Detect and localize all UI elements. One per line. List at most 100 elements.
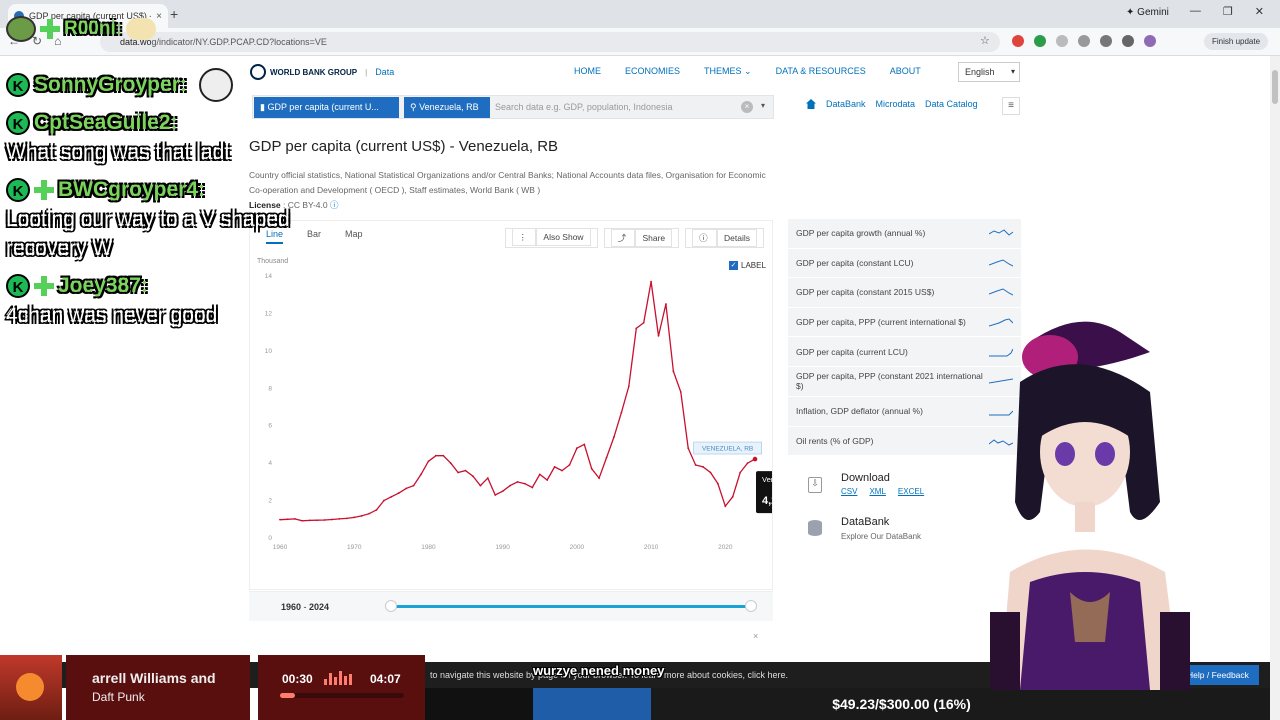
hamburger-menu-icon[interactable]: ≡	[1002, 97, 1020, 115]
close-icon[interactable]: ×	[753, 631, 758, 641]
nav-about[interactable]: ABOUT	[890, 66, 921, 77]
also-show-button[interactable]: ⋮ Also Show	[504, 228, 598, 248]
stream-chat: K SonnyGroyper: K CptSeaGuile2: What son…	[6, 68, 306, 338]
range-track[interactable]	[385, 600, 757, 612]
download-xml-link[interactable]: XML	[869, 487, 885, 496]
download-excel-link[interactable]: EXCEL	[898, 487, 924, 496]
avatar-left-sleeve	[990, 612, 1020, 690]
data-point	[613, 436, 615, 438]
avatar-right-sleeve	[1160, 612, 1190, 690]
bookmark-star-icon[interactable]: ☆	[980, 34, 990, 47]
chat-username: R00ni:	[64, 18, 123, 39]
nav-home[interactable]: HOME	[574, 66, 601, 77]
highlight-point	[752, 456, 758, 462]
language-select[interactable]: English	[958, 62, 1020, 82]
databank-section[interactable]: DataBank Explore Our DataBank	[788, 512, 1021, 546]
data-point	[642, 321, 645, 324]
chevron-down-icon[interactable]: ▾	[761, 101, 765, 110]
related-item[interactable]: GDP per capita (constant 2015 US$)	[788, 278, 1021, 308]
microdata-link[interactable]: Microdata	[876, 99, 916, 109]
data-point	[375, 509, 378, 511]
address-bar[interactable]: data.wo g/indicator/NY.GDP.PCAP.CD?locati…	[100, 32, 1000, 52]
data-point	[620, 411, 623, 414]
page-scrollbar[interactable]	[1270, 56, 1280, 720]
chart-card: Line Bar Map ⋮ Also Show ⤴ Share ⓘ Detai…	[249, 220, 773, 590]
song-title: arrell Williams and	[92, 670, 216, 686]
data-point	[442, 454, 445, 457]
data-point	[509, 484, 511, 487]
profile-avatar[interactable]	[1144, 35, 1156, 47]
data-point	[308, 519, 311, 522]
data-point	[301, 519, 304, 522]
data-point	[561, 469, 563, 472]
puzzle-icon[interactable]	[1078, 35, 1090, 47]
related-item-label: GDP per capita (constant LCU)	[796, 257, 914, 268]
details-label: Details	[717, 229, 757, 247]
data-point	[338, 518, 341, 520]
nav-themes[interactable]: THEMES ⌄	[704, 66, 752, 77]
download-csv-link[interactable]: CSV	[841, 487, 857, 496]
country-pill[interactable]: ⚲ Venezuela, RB	[404, 97, 490, 118]
download-section: ⇩ Download CSV XML EXCEL	[788, 467, 1021, 507]
url-path: g/indicator/NY.GDP.PCAP.CD?locations=VE	[151, 37, 327, 47]
tab-close-icon[interactable]: ×	[156, 11, 162, 22]
related-item[interactable]: GDP per capita, PPP (current internation…	[788, 307, 1021, 338]
overlay-strip	[425, 688, 533, 720]
related-item[interactable]: GDP per capita (current LCU)	[788, 337, 1021, 367]
data-point	[479, 484, 482, 487]
related-item[interactable]: Oil rents (% of GDP)	[788, 426, 1021, 457]
data-links: DataBank Microdata Data Catalog	[806, 99, 978, 109]
chat-text: What song was that ladt	[6, 141, 231, 164]
share-button[interactable]: ⤴ Share	[603, 228, 680, 248]
extension-icon[interactable]	[1056, 35, 1068, 47]
media-icon[interactable]	[1100, 35, 1112, 47]
close-window-icon[interactable]: ✕	[1255, 5, 1264, 18]
scrollbar-thumb[interactable]	[1272, 70, 1278, 104]
top-navigation: HOME ECONOMIES THEMES ⌄ DATA & RESOURCES…	[574, 66, 921, 77]
label-toggle[interactable]: ✓ LABEL	[729, 261, 766, 270]
data-catalog-link[interactable]: Data Catalog	[925, 99, 978, 109]
extension-icon[interactable]	[1012, 35, 1024, 47]
label-toggle-text: LABEL	[741, 261, 766, 270]
data-point	[501, 490, 504, 493]
data-point	[627, 385, 630, 388]
data-point	[568, 464, 571, 466]
sparkline-icon	[989, 229, 1013, 236]
related-item[interactable]: GDP per capita (constant LCU)	[788, 248, 1021, 279]
country-pill-label: Venezuela, RB	[419, 102, 479, 112]
x-tick-label: 1990	[495, 544, 510, 551]
maximize-icon[interactable]: ❐	[1223, 5, 1233, 18]
range-end-handle[interactable]	[745, 600, 757, 612]
databank-link[interactable]: DataBank	[826, 99, 866, 109]
reading-list-icon[interactable]	[1122, 35, 1134, 47]
info-icon[interactable]: ⓘ	[330, 200, 339, 210]
tab-bar[interactable]: Bar	[307, 229, 321, 244]
gdp-line-chart[interactable]: Thousand024681012141960 1970 1980 1990 2000 2…	[250, 251, 772, 556]
home-icon[interactable]	[806, 99, 816, 109]
related-item[interactable]: GDP per capita growth (annual %)	[788, 219, 1021, 249]
data-point	[434, 454, 437, 457]
search-input[interactable]: Search data e.g. GDP, population, Indone…	[495, 102, 672, 112]
details-button[interactable]: ⓘ Details	[685, 228, 764, 248]
new-tab-icon[interactable]: +	[170, 6, 178, 22]
nav-economies[interactable]: ECONOMIES	[625, 66, 680, 77]
data-point	[279, 518, 281, 521]
gemini-button[interactable]: ✦ Gemini	[1126, 7, 1169, 18]
range-start-handle[interactable]	[385, 600, 397, 612]
minimize-icon[interactable]: —	[1190, 5, 1201, 18]
data-point	[360, 515, 363, 517]
chat-username: CptSeaGuile2:	[34, 111, 178, 134]
tab-map[interactable]: Map	[345, 229, 363, 244]
nav-data-resources[interactable]: DATA & RESOURCES	[776, 66, 866, 77]
related-item[interactable]: Inflation, GDP deflator (annual %)	[788, 396, 1021, 427]
related-item-label: GDP per capita (current LCU)	[796, 346, 908, 357]
series-line[interactable]	[279, 281, 756, 522]
site-header: WORLD BANK GROUP | Data HOME ECONOMIES T…	[248, 60, 1028, 84]
related-item[interactable]: GDP per capita, PPP (constant 2021 inter…	[788, 366, 1021, 397]
more-icon: ⋮	[511, 228, 537, 246]
search-bar: ▮ GDP per capita (current U... ⚲ Venezue…	[252, 95, 774, 119]
extension-icon[interactable]	[1034, 35, 1046, 47]
logo-data-text: Data	[375, 67, 395, 77]
clear-search-icon[interactable]: ×	[741, 101, 753, 113]
finish-update-button[interactable]: Finish update	[1204, 33, 1269, 50]
